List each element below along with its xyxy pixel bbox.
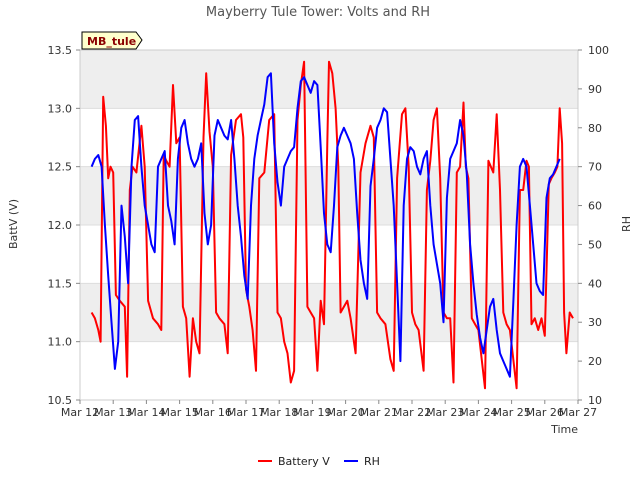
y-left-tick-label: 11.5	[48, 277, 73, 290]
x-axis-label: Time	[550, 423, 578, 436]
station-tag: MB_tule	[81, 31, 143, 50]
legend: Battery V RH	[258, 455, 380, 468]
x-tick-label: Mar 27	[559, 406, 597, 419]
y-left-tick-label: 12.5	[48, 161, 73, 174]
y-right-tick-label: 30	[588, 316, 602, 329]
y-left-tick-label: 12.0	[48, 219, 73, 232]
x-axis: Mar 12Mar 13Mar 14Mar 15Mar 16Mar 17Mar …	[61, 400, 597, 419]
y-right-tick-label: 50	[588, 238, 602, 251]
y-axis-left: 10.5 11.0 11.5 12.0 12.5 13.0 13.5	[48, 44, 80, 407]
legend-label-rh: RH	[364, 455, 380, 468]
y-axis-left-label: BattV (V)	[7, 199, 20, 249]
y-right-tick-label: 80	[588, 122, 602, 135]
station-tag-label: MB_tule	[87, 35, 136, 48]
y-right-tick-label: 40	[588, 277, 602, 290]
y-right-tick-label: 100	[588, 44, 609, 57]
y-right-tick-label: 10	[588, 394, 602, 407]
chart: Mayberry Tule Tower: Volts and RH Mar 12…	[7, 5, 633, 468]
y-axis-right: 10 20 30 40 50 60 70 80 90 100	[578, 44, 609, 407]
y-left-tick-label: 13.0	[48, 102, 73, 115]
y-left-tick-label: 11.0	[48, 336, 73, 349]
y-right-tick-label: 60	[588, 200, 602, 213]
y-right-tick-label: 90	[588, 83, 602, 96]
legend-label-battery-v: Battery V	[278, 455, 330, 468]
y-left-tick-label: 13.5	[48, 44, 73, 57]
grid-band	[80, 166, 578, 225]
y-left-tick-label: 10.5	[48, 394, 73, 407]
chart-title: Mayberry Tule Tower: Volts and RH	[206, 5, 430, 20]
y-right-tick-label: 20	[588, 355, 602, 368]
y-axis-right-label: RH	[620, 216, 633, 232]
y-right-tick-label: 70	[588, 161, 602, 174]
